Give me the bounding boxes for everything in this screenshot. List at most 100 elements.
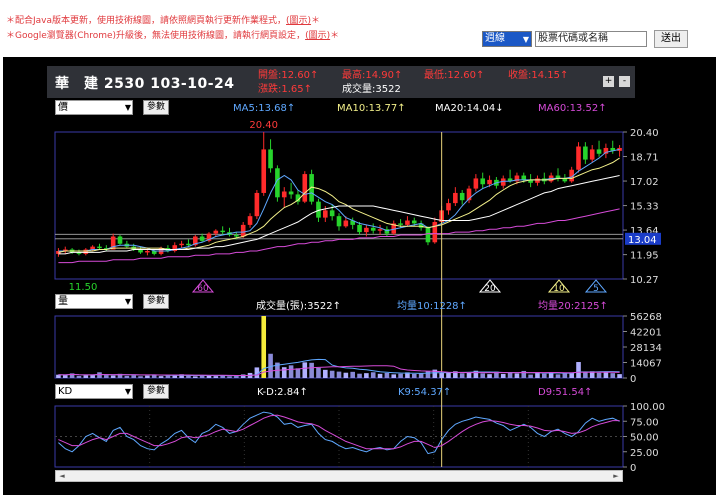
volume-bar [514, 373, 520, 378]
volume-bar [165, 375, 171, 378]
candle-body [473, 178, 479, 189]
price-tick-label: 11.95 [630, 251, 659, 262]
volume-tick-label: 0 [630, 374, 636, 385]
volume-bar [302, 362, 308, 378]
ma60-readout: MA60:13.52↑ [538, 103, 607, 114]
max-price-label: 20.40 [249, 120, 278, 131]
ma5-line [58, 148, 620, 252]
period-select[interactable]: 週線 [482, 31, 532, 47]
volume-bar [281, 367, 287, 378]
submit-button[interactable]: 送出 [654, 30, 688, 48]
candle-body [487, 179, 492, 185]
stock-search-input[interactable]: 股票代碼或名稱 [535, 31, 647, 47]
notice-java-link[interactable]: (圖示) [286, 16, 311, 26]
avg10-readout: 均量10:1228↑ [397, 301, 467, 312]
volume-bar [542, 373, 547, 378]
volume-bar [459, 373, 465, 378]
price-tick-label: 17.02 [630, 177, 659, 188]
scroll-right-arrow-icon[interactable]: ► [610, 471, 622, 481]
candle-body [576, 146, 581, 170]
volume-bar [234, 376, 239, 378]
stock-header: 華 建 2530 103-10-24 開盤:12.60↑ 漲跌:1.65↑ 最高… [47, 66, 635, 98]
volume-param-button[interactable]: 參數 [143, 294, 169, 309]
candle-body [145, 250, 150, 253]
notice-chrome-link[interactable]: (圖示) [305, 31, 330, 41]
d9-readout: D9:51.54↑ [538, 387, 593, 398]
price-type-select[interactable]: 價 [55, 100, 133, 115]
candle-body [199, 236, 205, 241]
candle-body [254, 192, 260, 217]
volume-bar [227, 376, 232, 378]
kd-tick-label: 75.00 [630, 417, 659, 428]
indicator-type-select[interactable]: KD [55, 384, 133, 399]
volume-bar [158, 376, 164, 378]
volume-bar [555, 374, 561, 378]
ma-period-marker-label: 60 [197, 284, 209, 294]
candle-body [583, 146, 588, 160]
volume-bar [76, 376, 82, 378]
volume-bar [535, 372, 540, 378]
candle-body [480, 178, 486, 185]
volume-bar [309, 362, 314, 378]
volume-bar [186, 375, 191, 378]
scroll-left-arrow-icon[interactable]: ◄ [56, 471, 68, 481]
volume-bar [350, 371, 355, 378]
avg20-readout: 均量20:2125↑ [538, 301, 608, 312]
kd-tick-label: 25.00 [630, 448, 659, 459]
candle-body [329, 210, 335, 217]
volume-bar [596, 372, 602, 378]
candle-body [405, 220, 410, 225]
candle-body [398, 223, 403, 225]
candle-body [377, 229, 383, 231]
min-price-label: 11.50 [69, 282, 98, 293]
candle-body [234, 235, 239, 237]
volume-summary: 成交量:3522 [342, 84, 401, 95]
volume-bar [124, 375, 130, 378]
ma5-readout: MA5:13.68↑ [233, 103, 296, 114]
candle-body [459, 192, 465, 201]
candle-body [186, 243, 191, 246]
volume-bar [131, 375, 136, 378]
kd-tick-label: 100.00 [630, 402, 665, 413]
close-price: 收盤:14.15↑ [508, 70, 569, 81]
candle-body [117, 236, 123, 244]
indicator-param-button[interactable]: 參數 [143, 384, 169, 399]
chart-scrollbar[interactable]: ◄ ► [55, 470, 623, 482]
volume-bar [364, 373, 369, 378]
zoom-in-button[interactable]: + [603, 76, 614, 87]
chart-frame: 20.40 18.71 17.02 15.33 13.64 11.95 10.27 13.04… [3, 57, 716, 495]
candle-body [364, 227, 369, 233]
candle-body [336, 216, 342, 227]
candle-body [268, 149, 273, 169]
kd-diff-readout: K-D:2.84↑ [257, 387, 308, 398]
volume-type-select[interactable]: 量 [55, 294, 133, 309]
volume-bar [357, 373, 362, 378]
volume-bar [192, 376, 198, 378]
candle-body [288, 191, 294, 195]
kd-tick-label: 50.00 [630, 433, 659, 444]
volume-bar [562, 373, 568, 378]
price-param-button[interactable]: 參數 [143, 100, 169, 115]
volume-bar [316, 367, 321, 378]
candle-body [521, 175, 527, 180]
high-price: 最高:14.90↑ [342, 70, 403, 81]
volume-tick-label: 28134 [630, 343, 662, 354]
volume-bar [480, 373, 486, 378]
price-tick-label: 18.71 [630, 153, 659, 164]
candle-body [446, 203, 451, 211]
price-change: 漲跌:1.65↑ [258, 84, 313, 95]
zoom-out-button[interactable]: - [619, 76, 630, 87]
chart-canvas: 20.4018.7117.0215.3313.6411.9510.2713.04… [54, 120, 665, 474]
candle-body [453, 192, 458, 204]
ma-period-marker-label: 10 [553, 284, 565, 294]
stock-search-bar: 週線 股票代碼或名稱 送出 [482, 30, 688, 48]
volume-bar [617, 374, 622, 378]
volume-tick-label: 42201 [630, 328, 662, 339]
volume-bar [323, 369, 328, 378]
candle-body [220, 230, 225, 233]
price-tick-label: 20.40 [630, 128, 659, 139]
volume-bar [425, 371, 431, 378]
volume-tick-label: 56268 [630, 312, 662, 323]
volume-bar [528, 374, 533, 378]
volume-bar [576, 362, 581, 378]
